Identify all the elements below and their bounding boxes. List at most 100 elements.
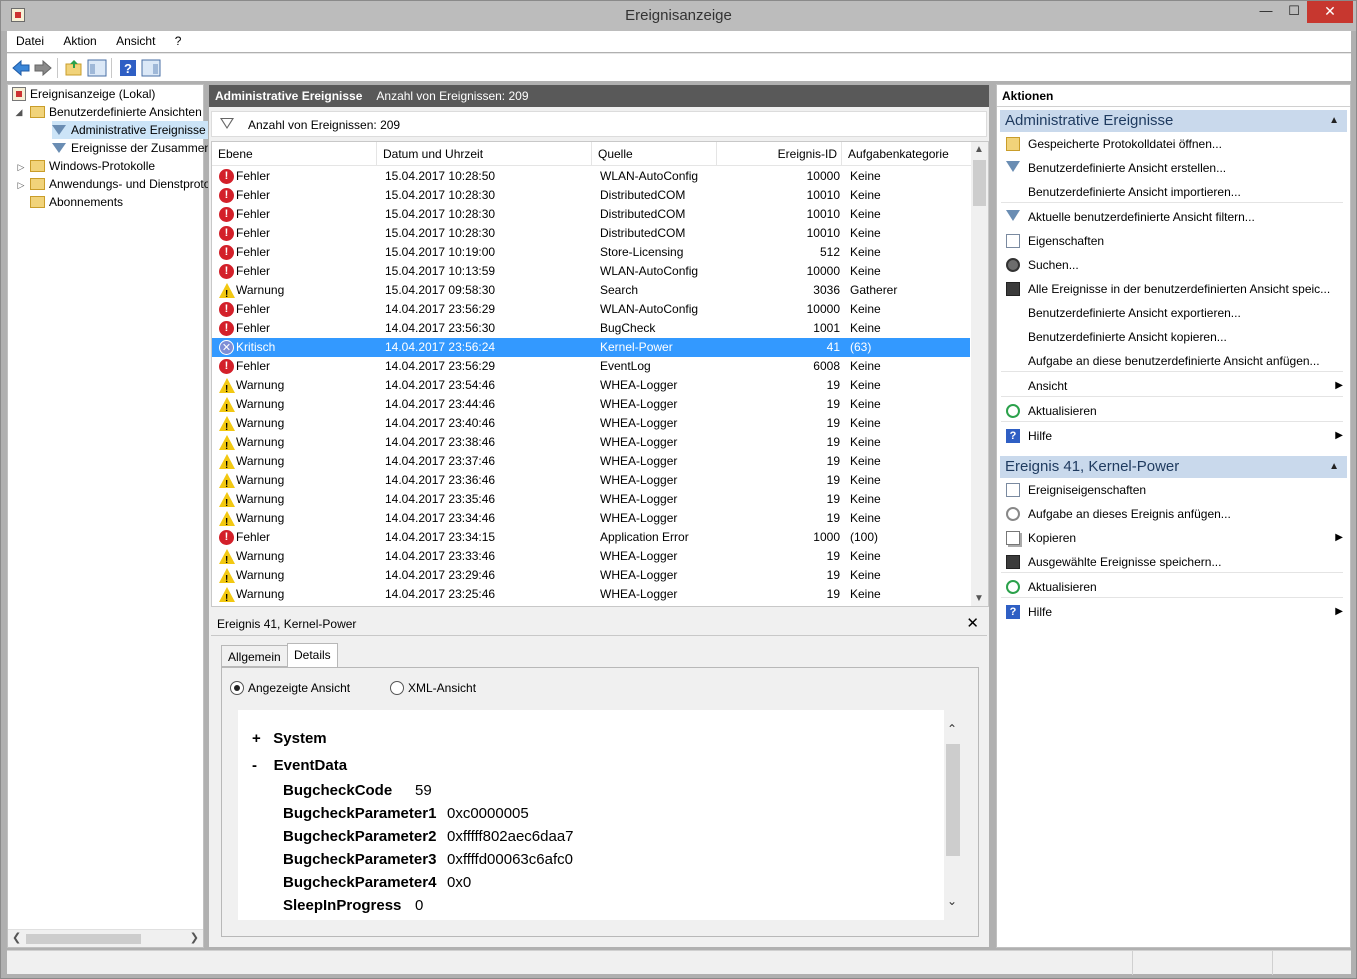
xml-view-radio[interactable]: XML-Ansicht — [390, 680, 476, 696]
scroll-down-icon[interactable]: ▼ — [974, 593, 984, 604]
actions-section-event[interactable]: Ereignis 41, Kernel-Power ▲ — [1000, 456, 1347, 478]
actions-section-view[interactable]: Administrative Ereignisse ▲ — [1000, 110, 1347, 132]
friendly-view-radio[interactable]: Angezeigte Ansicht — [230, 680, 350, 696]
table-row[interactable]: ! Fehler 15.04.2017 10:19:00 Store-Licensin… — [212, 243, 970, 262]
scroll-up-icon[interactable]: ⌃ — [947, 722, 957, 736]
action-item[interactable]: Ereigniseigenschaften — [1001, 479, 1347, 501]
action-item[interactable]: Eigenschaften — [1001, 230, 1347, 252]
action-item[interactable]: Aktualisieren — [1001, 576, 1347, 598]
action-item[interactable]: Benutzerdefinierte Ansicht importieren..… — [1001, 181, 1347, 203]
action-item[interactable]: Benutzerdefinierte Ansicht kopieren... — [1001, 326, 1347, 348]
tab-details[interactable]: Details — [287, 643, 338, 668]
show-hide-console-tree-icon[interactable] — [87, 58, 107, 78]
column-header-date[interactable]: Datum und Uhrzeit — [377, 142, 592, 166]
scroll-right-icon[interactable]: ❯ — [190, 931, 199, 944]
column-header-event-id[interactable]: Ereignis-ID — [717, 142, 842, 166]
action-item[interactable]: Suchen... — [1001, 254, 1347, 276]
table-row[interactable]: ! Fehler 15.04.2017 10:28:30 DistributedCOM… — [212, 224, 970, 243]
scroll-down-icon[interactable]: ⌄ — [947, 894, 957, 908]
tree-item-admin-events[interactable]: Administrative Ereignisse — [52, 121, 208, 139]
table-row[interactable]: Warnung 14.04.2017 23:36:46 WHEA-Logger 19 K… — [212, 471, 970, 494]
tree-item-app-logs[interactable]: Anwendungs- und Dienstprotokolle — [30, 175, 235, 193]
forward-arrow-icon[interactable] — [33, 58, 53, 78]
action-item[interactable]: ? Hilfe ▶ — [1001, 601, 1347, 623]
column-header-level[interactable]: Ebene — [212, 142, 377, 166]
tree-item-windows-logs[interactable]: Windows-Protokolle — [30, 157, 155, 175]
action-item[interactable]: Alle Ereignisse in der benutzerdefiniert… — [1001, 278, 1347, 300]
table-row[interactable]: ! Fehler 14.04.2017 23:56:30 BugCheck 1001 Ke… — [212, 319, 970, 338]
table-row[interactable]: Warnung 14.04.2017 23:25:46 WHEA-Logger 19 K… — [212, 585, 970, 606]
table-row[interactable]: ✕ Kritisch 14.04.2017 23:56:24 Kernel-Power… — [212, 338, 970, 357]
table-row[interactable]: Warnung 14.04.2017 23:33:46 WHEA-Logger 19 K… — [212, 547, 970, 570]
action-item[interactable]: Benutzerdefinierte Ansicht erstellen... — [1001, 157, 1347, 179]
tree-item-root[interactable]: Ereignisanzeige (Lokal) — [12, 85, 155, 103]
action-item[interactable]: Aufgabe an diese benutzerdefinierte Ansi… — [1001, 350, 1347, 372]
table-row[interactable]: ! Fehler 15.04.2017 10:13:59 WLAN-AutoConfi… — [212, 262, 970, 281]
table-row[interactable]: ! Fehler 15.04.2017 10:28:30 DistributedCOM… — [212, 205, 970, 224]
up-folder-icon[interactable] — [64, 58, 84, 78]
close-button[interactable]: ✕ — [1307, 1, 1353, 23]
menu-aktion[interactable]: Aktion — [54, 31, 103, 52]
back-arrow-icon[interactable] — [11, 58, 31, 78]
menu-datei[interactable]: Datei — [7, 31, 51, 52]
table-row[interactable]: Warnung 14.04.2017 23:34:46 WHEA-Logger 19 K… — [212, 509, 970, 532]
table-row[interactable]: Warnung 14.04.2017 23:35:46 WHEA-Logger 19 K… — [212, 490, 970, 513]
view-event-count: Anzahl von Ereignissen: 209 — [376, 89, 529, 103]
source-cell: WHEA-Logger — [600, 416, 678, 430]
scrollbar-thumb[interactable] — [26, 934, 141, 944]
collapsed-arrow-icon[interactable]: ▷ — [16, 180, 26, 191]
menu-help[interactable]: ? — [166, 31, 189, 52]
eventdata-toggle[interactable]: - — [252, 757, 257, 774]
table-vertical-scrollbar[interactable]: ▲ ▼ — [971, 142, 988, 606]
table-row[interactable]: ! Fehler 15.04.2017 10:28:30 DistributedCOM… — [212, 186, 970, 205]
scrollbar-thumb[interactable] — [973, 160, 986, 206]
maximize-button[interactable]: ☐ — [1281, 1, 1307, 23]
scroll-left-icon[interactable]: ❮ — [12, 931, 21, 944]
column-header-task-category[interactable]: Aufgabenkategorie — [842, 142, 972, 166]
action-item[interactable]: Ausgewählte Ereignisse speichern... — [1001, 551, 1347, 573]
tree-horizontal-scrollbar[interactable]: ❮ ❯ — [8, 929, 203, 947]
date-cell: 15.04.2017 10:28:30 — [385, 207, 496, 221]
table-row[interactable]: Warnung 14.04.2017 23:40:46 WHEA-Logger 19 K… — [212, 414, 970, 437]
collapsed-arrow-icon[interactable]: ▷ — [16, 162, 26, 173]
action-item[interactable]: Kopieren ▶ — [1001, 527, 1347, 549]
table-row[interactable]: Warnung 14.04.2017 23:44:46 WHEA-Logger 19 K… — [212, 395, 970, 418]
help-icon[interactable]: ? — [118, 58, 138, 78]
action-item[interactable]: Aktualisieren — [1001, 400, 1347, 422]
action-item[interactable]: Benutzerdefinierte Ansicht exportieren..… — [1001, 302, 1347, 324]
table-row[interactable]: Warnung 14.04.2017 23:37:46 WHEA-Logger 19 K… — [212, 452, 970, 475]
submenu-arrow-icon: ▶ — [1335, 606, 1343, 617]
table-row[interactable]: Warnung 14.04.2017 23:38:46 WHEA-Logger 19 K… — [212, 433, 970, 456]
table-row[interactable]: Warnung 14.04.2017 23:54:46 WHEA-Logger 19 K… — [212, 376, 970, 399]
action-item[interactable]: Gespeicherte Protokolldatei öffnen... — [1001, 133, 1347, 155]
show-action-pane-icon[interactable] — [141, 58, 161, 78]
table-row[interactable]: ! Fehler 15.04.2017 10:28:50 WLAN-AutoConfi… — [212, 167, 970, 186]
menu-ansicht[interactable]: Ansicht — [107, 31, 162, 52]
tab-general[interactable]: Allgemein — [221, 645, 288, 667]
scroll-up-icon[interactable]: ▲ — [974, 144, 984, 155]
action-item[interactable]: ? Hilfe ▶ — [1001, 425, 1347, 447]
action-item[interactable]: Ansicht ▶ — [1001, 375, 1347, 397]
detail-vertical-scrollbar[interactable]: ⌃ ⌄ — [944, 710, 962, 920]
collapse-icon[interactable]: ▲ — [1329, 110, 1339, 132]
tree-item-subscriptions[interactable]: Abonnements — [30, 193, 123, 211]
action-item[interactable]: Aktuelle benutzerdefinierte Ansicht filt… — [1001, 206, 1347, 228]
action-item[interactable]: Aufgabe an dieses Ereignis anfügen... — [1001, 503, 1347, 525]
level-cell: Warnung — [236, 454, 285, 468]
minimize-button[interactable]: — — [1251, 1, 1281, 23]
table-row[interactable]: Warnung 15.04.2017 09:58:30 Search 3036 Gath… — [212, 281, 970, 304]
collapse-icon[interactable]: ▲ — [1329, 456, 1339, 478]
tree-item-custom-views[interactable]: Benutzerdefinierte Ansichten — [30, 103, 202, 121]
filter-count-text: Anzahl von Ereignissen: 209 — [248, 118, 401, 132]
scrollbar-thumb[interactable] — [946, 744, 960, 856]
column-header-source[interactable]: Quelle — [592, 142, 717, 166]
expanded-arrow-icon[interactable]: ◢ — [14, 107, 24, 118]
eventdata-node[interactable]: - EventData — [252, 757, 347, 774]
table-row[interactable]: ! Fehler 14.04.2017 23:56:29 EventLog 6008 Ke… — [212, 357, 970, 376]
system-toggle[interactable]: + — [252, 730, 261, 747]
table-row[interactable]: Warnung 14.04.2017 23:29:46 WHEA-Logger 19 K… — [212, 566, 970, 589]
system-node[interactable]: + System — [252, 730, 327, 747]
table-row[interactable]: ! Fehler 14.04.2017 23:34:15 Application Er… — [212, 528, 970, 547]
detail-close-icon[interactable]: ✕ — [966, 614, 979, 632]
table-row[interactable]: ! Fehler 14.04.2017 23:56:29 WLAN-AutoConfi… — [212, 300, 970, 319]
